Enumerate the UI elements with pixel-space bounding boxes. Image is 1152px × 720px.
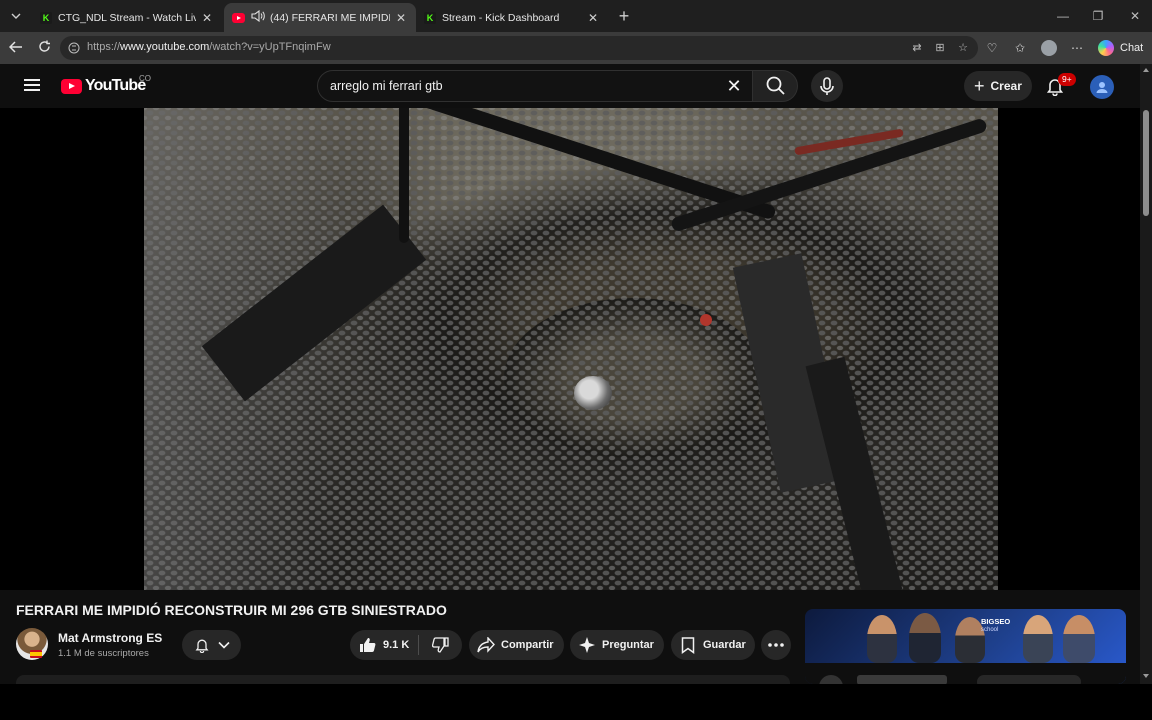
bell-icon xyxy=(195,639,208,653)
dislike-button[interactable] xyxy=(419,637,461,653)
ad-person-4 xyxy=(1023,615,1053,663)
url-text: https://www.youtube.com/watch?v=yUpTFnqi… xyxy=(87,41,331,53)
description-box[interactable] xyxy=(16,675,790,684)
tab-label: Stream - Kick Dashboard xyxy=(442,11,560,24)
back-arrow-icon[interactable] xyxy=(6,38,26,58)
scroll-thumb[interactable] xyxy=(1143,110,1149,216)
tab-close-icon[interactable]: ✕ xyxy=(394,11,408,25)
scroll-up-arrow-icon[interactable] xyxy=(1143,68,1149,72)
share-label: Compartir xyxy=(501,639,554,651)
tab-label: (44) FERRARI ME IMPIDIÓ RECONSTRUIR MI 2… xyxy=(270,11,390,24)
ad-cta-button[interactable] xyxy=(977,675,1081,684)
save-label: Guardar xyxy=(703,639,746,651)
bookmark-icon xyxy=(681,636,695,654)
translate-icon[interactable]: ⇄ xyxy=(910,41,924,55)
tab-search-chevron-icon[interactable] xyxy=(6,6,26,26)
site-info-icon[interactable] xyxy=(68,41,80,55)
create-button[interactable]: + Crear xyxy=(964,71,1032,101)
ask-button[interactable]: Preguntar xyxy=(570,630,664,660)
minimize-icon[interactable]: — xyxy=(1053,6,1073,26)
ad-subtitle: school xyxy=(981,627,999,633)
window-close-icon[interactable]: ✕ xyxy=(1125,6,1145,26)
more-actions-button[interactable] xyxy=(761,630,791,660)
country-code: CO xyxy=(139,74,151,83)
channel-name[interactable]: Mat Armstrong ES xyxy=(58,631,162,645)
thumbs-up-icon xyxy=(360,638,376,652)
tab-close-icon[interactable]: ✕ xyxy=(586,11,600,25)
notification-badge: 9+ xyxy=(1058,73,1076,86)
scroll-down-arrow-icon[interactable] xyxy=(1143,674,1149,678)
ad-title-placeholder xyxy=(857,675,947,684)
favorite-star-icon[interactable]: ☆ xyxy=(956,41,970,55)
create-label: Crear xyxy=(990,79,1022,93)
account-logo-icon xyxy=(1096,82,1108,93)
kick-favicon-icon: K xyxy=(424,11,436,24)
address-bar[interactable]: https://www.youtube.com/watch?v=yUpTFnqi… xyxy=(60,36,978,60)
sponsored-ad-panel[interactable]: BIGSEO school xyxy=(805,609,1126,684)
tab-kick-stream[interactable]: K CTG_NDL Stream - Watch Live on Kick ✕ xyxy=(32,3,222,32)
tab-label: CTG_NDL Stream - Watch Live on Kick xyxy=(58,11,196,24)
red-bolt xyxy=(700,314,712,326)
like-dislike-group: 9.1 K xyxy=(350,630,462,660)
thumbs-down-icon xyxy=(431,637,449,653)
more-options-icon[interactable]: ⋯ xyxy=(1069,40,1085,56)
video-frame[interactable] xyxy=(144,108,998,590)
fluid-cap xyxy=(574,376,612,410)
youtube-favicon-icon xyxy=(232,12,245,23)
hose-vertical xyxy=(399,108,409,243)
youtube-wordmark: YouTube xyxy=(85,77,146,94)
tab-kick-dashboard[interactable]: K Stream - Kick Dashboard ✕ xyxy=(416,3,608,32)
microphone-icon xyxy=(820,77,834,95)
more-horizontal-icon xyxy=(768,643,784,647)
video-player[interactable] xyxy=(0,108,1140,590)
plus-icon: + xyxy=(974,75,985,96)
menu-icon[interactable] xyxy=(24,79,40,91)
clear-search-icon[interactable]: ✕ xyxy=(724,76,744,96)
ad-person-5 xyxy=(1063,615,1095,663)
chat-label: Chat xyxy=(1120,42,1144,54)
reload-icon[interactable] xyxy=(34,38,54,58)
profile-avatar[interactable] xyxy=(1041,40,1057,56)
video-title: FERRARI ME IMPIDIÓ RECONSTRUIR MI 296 GT… xyxy=(16,602,447,618)
spain-flag-icon xyxy=(30,650,42,658)
copilot-chat-button[interactable]: Chat xyxy=(1098,39,1143,57)
account-avatar[interactable] xyxy=(1090,75,1114,99)
youtube-logo[interactable]: YouTube xyxy=(61,77,146,95)
youtube-logo-icon xyxy=(61,78,82,94)
new-tab-icon[interactable]: + xyxy=(614,6,634,26)
ad-person-1 xyxy=(867,615,897,663)
kick-favicon-icon: K xyxy=(40,11,52,24)
like-button[interactable]: 9.1 K xyxy=(350,637,418,653)
chevron-down-icon xyxy=(217,641,230,649)
voice-search-button[interactable] xyxy=(811,70,843,102)
speaker-icon[interactable] xyxy=(251,9,265,25)
search-button[interactable] xyxy=(752,70,798,102)
subscription-notifications-button[interactable] xyxy=(182,630,241,660)
apps-icon[interactable]: ⊞ xyxy=(933,41,947,55)
page-viewport: YouTube CO arreglo mi ferrari gtb ✕ + Cr… xyxy=(0,64,1152,684)
sparkle-icon xyxy=(579,637,595,653)
search-icon xyxy=(766,76,785,95)
browser-toolbar: https://www.youtube.com/watch?v=yUpTFnqi… xyxy=(0,32,1152,64)
ad-brand: BIGSEO xyxy=(981,617,1011,626)
save-button[interactable]: Guardar xyxy=(671,630,755,660)
search-query: arreglo mi ferrari gtb xyxy=(330,79,443,93)
browser-essentials-icon[interactable]: ♡ xyxy=(984,40,1000,56)
tab-close-icon[interactable]: ✕ xyxy=(200,11,214,25)
tab-strip: K CTG_NDL Stream - Watch Live on Kick ✕ … xyxy=(0,0,1152,32)
browser-window: K CTG_NDL Stream - Watch Live on Kick ✕ … xyxy=(0,0,1152,684)
share-button[interactable]: Compartir xyxy=(469,630,564,660)
youtube-masthead: YouTube CO arreglo mi ferrari gtb ✕ + Cr… xyxy=(0,64,1140,108)
like-count: 9.1 K xyxy=(383,639,410,651)
ask-label: Preguntar xyxy=(602,639,654,651)
subscriber-count: 1.1 M de suscriptores xyxy=(58,648,149,659)
search-input[interactable]: arreglo mi ferrari gtb ✕ xyxy=(317,70,753,102)
copilot-icon xyxy=(1098,40,1114,56)
restore-icon[interactable]: ❐ xyxy=(1088,6,1108,26)
share-icon xyxy=(477,637,495,653)
page-scrollbar[interactable] xyxy=(1140,64,1152,684)
favorites-icon[interactable]: ✩ xyxy=(1012,40,1028,56)
tab-youtube-video[interactable]: (44) FERRARI ME IMPIDIÓ RECONSTRUIR MI 2… xyxy=(224,3,416,32)
ad-person-2 xyxy=(909,613,941,663)
